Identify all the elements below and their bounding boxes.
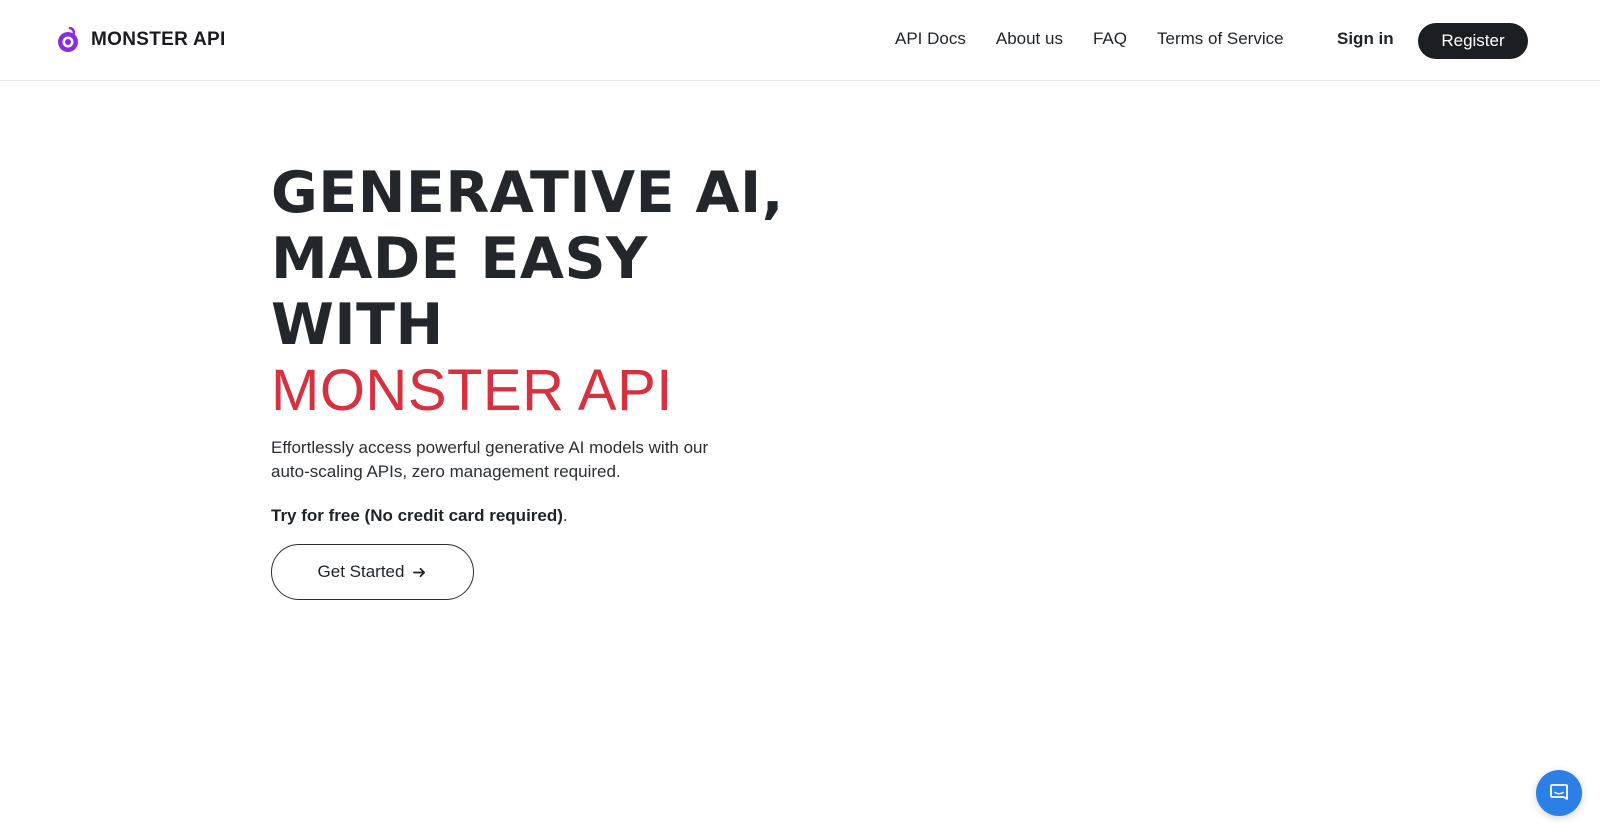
- chat-launcher-button[interactable]: [1536, 770, 1582, 816]
- free-trial-note: Try for free (No credit card required).: [271, 506, 741, 526]
- hero-brand: MONSTER API: [271, 358, 673, 423]
- hero-title-line: MADE EASY: [271, 226, 648, 292]
- free-trial-strong: Try for free (No credit card required): [271, 506, 563, 525]
- hero-description: Effortlessly access powerful generative …: [271, 438, 709, 481]
- nav-about-us[interactable]: About us: [996, 29, 1063, 49]
- monster-eye-icon: [58, 27, 78, 52]
- logo-text: MONSTER API: [91, 29, 226, 50]
- hero-title-line: GENERATIVE AI,: [271, 160, 784, 226]
- hero-title-line: WITH: [271, 292, 444, 358]
- hero-section: GENERATIVE AI, MADE EASY WITH MONSTER AP…: [271, 160, 784, 600]
- main-nav: API Docs About us FAQ Terms of Service: [895, 29, 1284, 49]
- register-button[interactable]: Register: [1418, 23, 1528, 59]
- chat-bubble-icon: [1550, 784, 1568, 800]
- page: MONSTER API API Docs About us FAQ Terms …: [0, 0, 1600, 834]
- nav-api-docs[interactable]: API Docs: [895, 29, 966, 49]
- sign-in-link[interactable]: Sign in: [1337, 29, 1394, 49]
- get-started-button[interactable]: Get Started: [271, 544, 474, 600]
- free-trial-suffix: .: [562, 506, 568, 525]
- nav-faq[interactable]: FAQ: [1093, 29, 1127, 49]
- hero-title: GENERATIVE AI, MADE EASY WITH: [271, 160, 784, 358]
- get-started-label: Get Started: [317, 562, 405, 581]
- nav-terms-of-service[interactable]: Terms of Service: [1157, 29, 1284, 49]
- arrow-right-icon: [413, 567, 426, 577]
- site-header: MONSTER API API Docs About us FAQ Terms …: [0, 0, 1600, 81]
- logo-link[interactable]: MONSTER API: [56, 27, 226, 53]
